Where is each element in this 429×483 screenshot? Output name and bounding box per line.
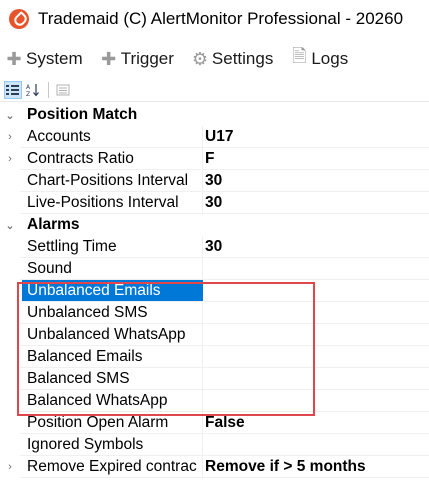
window-title: Trademaid (C) AlertMonitor Professional …: [38, 9, 404, 28]
expand-chevron-icon[interactable]: ›: [0, 126, 20, 148]
property-name: Balanced SMS: [20, 368, 203, 390]
menu-trigger-label: Trigger: [120, 49, 174, 68]
property-value[interactable]: [203, 434, 429, 456]
property-name: Unbalanced WhatsApp: [20, 324, 203, 346]
row-gutter: [0, 170, 20, 192]
property-name: Live-Positions Interval: [20, 192, 203, 214]
svg-text:Z: Z: [26, 91, 30, 97]
row-gutter: [0, 324, 20, 346]
property-name: Balanced Emails: [20, 346, 203, 368]
property-value[interactable]: 30: [203, 170, 429, 192]
property-value[interactable]: [203, 368, 429, 390]
svg-text:A: A: [26, 84, 31, 91]
row-gutter: [0, 390, 20, 412]
property-value[interactable]: [203, 302, 429, 324]
category-label: Alarms: [27, 216, 80, 233]
property-row-unbalanced-whatsapp[interactable]: Unbalanced WhatsApp: [0, 324, 429, 346]
title-bar: Trademaid (C) AlertMonitor Professional …: [0, 0, 429, 38]
categorized-view-icon[interactable]: [4, 80, 22, 99]
gear-icon: ⚙: [191, 48, 209, 69]
row-gutter: [0, 346, 20, 368]
property-name: Unbalanced SMS: [20, 302, 203, 324]
property-row-balanced-sms[interactable]: Balanced SMS: [0, 368, 429, 390]
property-row-settling-time[interactable]: Settling Time 30: [0, 236, 429, 258]
property-row-unbalanced-emails[interactable]: Unbalanced Emails: [0, 280, 429, 302]
property-name: Contracts Ratio: [20, 148, 203, 170]
property-grid: ⌄ Position Match › Accounts U17 › Contra…: [0, 104, 429, 478]
property-name: Remove Expired contrac: [20, 456, 203, 478]
row-gutter: [0, 192, 20, 214]
property-name: Accounts: [20, 126, 203, 148]
menu-bar: ✚ System ✚ Trigger ⚙ Settings 🗎 Logs: [0, 42, 429, 76]
property-row-chart-positions-interval[interactable]: Chart-Positions Interval 30: [0, 170, 429, 192]
menu-trigger[interactable]: ✚ Trigger: [101, 49, 174, 70]
property-name: Chart-Positions Interval: [20, 170, 203, 192]
row-gutter: [0, 258, 20, 280]
property-value[interactable]: 30: [203, 236, 429, 258]
row-gutter: [0, 236, 20, 258]
category-label: Position Match: [27, 106, 138, 123]
property-name-selected: Unbalanced Emails: [22, 280, 203, 302]
row-gutter: [0, 280, 20, 302]
menu-settings-label: Settings: [211, 49, 274, 68]
property-value[interactable]: [203, 390, 429, 412]
sort-alphabetical-icon[interactable]: AZ: [24, 81, 42, 99]
menu-logs-label: Logs: [311, 49, 349, 68]
expand-chevron-icon[interactable]: ›: [0, 148, 20, 170]
property-row-unbalanced-sms[interactable]: Unbalanced SMS: [0, 302, 429, 324]
property-pages-icon: [54, 81, 72, 99]
property-grid-toolbar: AZ: [0, 78, 429, 102]
property-name: Settling Time: [20, 236, 203, 258]
property-value[interactable]: [203, 346, 429, 368]
menu-system[interactable]: ✚ System: [6, 48, 83, 70]
collapse-chevron-icon[interactable]: ⌄: [0, 104, 20, 126]
category-alarms[interactable]: ⌄ Alarms: [0, 214, 429, 236]
property-row-contracts-ratio[interactable]: › Contracts Ratio F: [0, 148, 429, 170]
property-name: Ignored Symbols: [20, 434, 203, 456]
property-value[interactable]: U17: [203, 126, 429, 148]
property-value[interactable]: 30: [203, 192, 429, 214]
toolbar-divider: [48, 81, 49, 98]
property-value[interactable]: Remove if > 5 months: [203, 456, 429, 478]
row-gutter: [0, 412, 20, 434]
property-name: Balanced WhatsApp: [20, 390, 203, 412]
row-gutter: [0, 434, 20, 456]
property-value[interactable]: [203, 258, 429, 280]
plus-icon: ✚: [6, 48, 22, 69]
plus-icon: ✚: [101, 48, 117, 69]
property-row-balanced-whatsapp[interactable]: Balanced WhatsApp: [0, 390, 429, 412]
row-gutter: [0, 302, 20, 324]
property-row-remove-expired-contracts[interactable]: › Remove Expired contrac Remove if > 5 m…: [0, 456, 429, 478]
category-position-match[interactable]: ⌄ Position Match: [0, 104, 429, 126]
property-value[interactable]: [203, 324, 429, 346]
property-row-accounts[interactable]: › Accounts U17: [0, 126, 429, 148]
document-icon: 🗎: [292, 46, 307, 66]
app-logo-icon: [9, 9, 29, 29]
expand-chevron-icon[interactable]: ›: [0, 456, 20, 478]
property-row-balanced-emails[interactable]: Balanced Emails: [0, 346, 429, 368]
collapse-chevron-icon[interactable]: ⌄: [0, 214, 20, 236]
property-row-sound[interactable]: Sound: [0, 258, 429, 280]
menu-logs[interactable]: 🗎 Logs: [291, 44, 348, 74]
property-value[interactable]: [203, 280, 429, 302]
property-name: Sound: [20, 258, 203, 280]
property-name: Position Open Alarm: [20, 412, 203, 434]
property-row-live-positions-interval[interactable]: Live-Positions Interval 30: [0, 192, 429, 214]
property-row-position-open-alarm[interactable]: Position Open Alarm False: [0, 412, 429, 434]
property-row-ignored-symbols[interactable]: Ignored Symbols: [0, 434, 429, 456]
row-gutter: [0, 368, 20, 390]
menu-system-label: System: [26, 49, 83, 68]
property-value[interactable]: F: [203, 148, 429, 170]
property-value[interactable]: False: [203, 412, 429, 434]
menu-settings[interactable]: ⚙ Settings: [192, 49, 273, 70]
